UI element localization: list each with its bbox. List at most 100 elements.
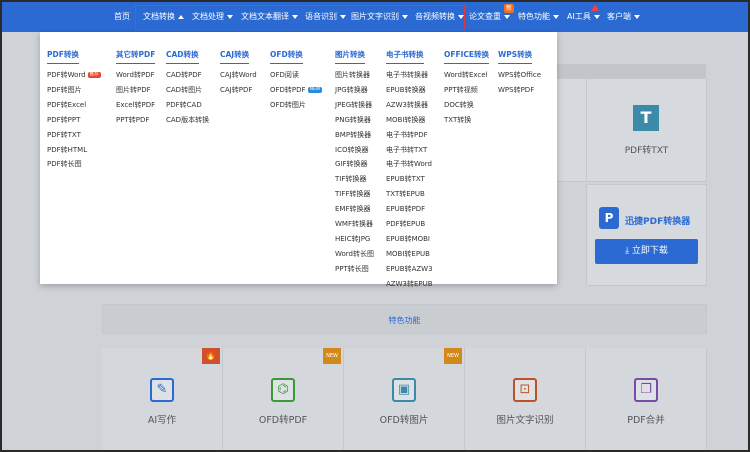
- menu-item[interactable]: PDF转长图: [47, 157, 101, 172]
- menu-item[interactable]: EPUB转MOBI: [386, 232, 433, 247]
- menu-column: PDF转换 PDF转Word 推荐 PDF转图片 PDF转Excel PDF转PPT PDF…: [47, 42, 101, 172]
- menu-item-label: Word转Excel: [444, 71, 488, 79]
- menu-item[interactable]: PPT转视频: [444, 83, 489, 98]
- menu-item[interactable]: EPUB转TXT: [386, 172, 433, 187]
- menu-item[interactable]: CAJ转Word: [220, 68, 257, 83]
- menu-item-label: 电子书转换器: [386, 71, 428, 79]
- menu-item[interactable]: PDF转图片: [47, 83, 101, 98]
- menu-item[interactable]: PDF转Excel: [47, 98, 101, 113]
- bg-pdf-txt-card[interactable]: T PDF转TXT: [586, 78, 707, 182]
- menu-item[interactable]: 电子书转TXT: [386, 143, 433, 158]
- menu-item[interactable]: Excel转PDF: [116, 98, 155, 113]
- top-nav: 首页 文档转换 文档处理 文档文本翻译 语音识别 图片文字识别 音视频转换 论文查重 特色功能 A…: [2, 2, 748, 32]
- feature-tile[interactable]: ❐ PDF合并: [586, 348, 707, 450]
- menu-item[interactable]: DOC转换: [444, 98, 489, 113]
- menu-column-title: CAD转换: [166, 50, 199, 64]
- menu-column-title: OFD转换: [270, 50, 303, 64]
- download-button[interactable]: ⤓ 立即下载: [595, 239, 698, 264]
- menu-item-label: PDF转Word: [47, 71, 86, 79]
- menu-item[interactable]: CAD转图片: [166, 83, 209, 98]
- highlight-box: [135, 5, 465, 30]
- menu-item-label: PPT转视频: [444, 85, 478, 94]
- menu-item[interactable]: JPEG转换器: [335, 98, 374, 113]
- menu-item[interactable]: MOBI转换器: [386, 113, 433, 128]
- menu-item[interactable]: PDF转HTML: [47, 143, 101, 158]
- menu-item-label: EMF转换器: [335, 205, 371, 214]
- menu-item[interactable]: BMP转换器: [335, 128, 374, 143]
- menu-item[interactable]: 电子书转Word: [386, 157, 433, 172]
- menu-item[interactable]: PDF转Word 推荐: [47, 68, 101, 83]
- menu-item[interactable]: TIFF转换器: [335, 187, 374, 202]
- menu-item[interactable]: WPS转Office: [498, 68, 541, 83]
- menu-item[interactable]: AZW3转EPUB: [386, 277, 433, 292]
- menu-item-label: PNG转换器: [335, 115, 371, 124]
- menu-item-label: JPEG转换器: [335, 100, 373, 109]
- feature-tile-label: 图片文字识别: [496, 415, 554, 426]
- menu-item[interactable]: GIF转换器: [335, 157, 374, 172]
- menu-item[interactable]: Word转PDF: [116, 68, 155, 83]
- menu-item-label: GIF转换器: [335, 160, 368, 169]
- feature-tile[interactable]: ✎ AI写作 🔥: [102, 348, 223, 450]
- menu-item[interactable]: Word转Excel: [444, 68, 489, 83]
- feature-tile-label: OFD转图片: [379, 415, 429, 426]
- menu-item[interactable]: 电子书转PDF: [386, 128, 433, 143]
- menu-item[interactable]: OFD转PDF NEW: [270, 83, 323, 98]
- menu-item[interactable]: TIF转换器: [335, 172, 374, 187]
- menu-item[interactable]: ICO转换器: [335, 143, 374, 158]
- nav-item-label: AI工具: [567, 12, 591, 21]
- menu-item-label: OFD转PDF: [270, 85, 306, 94]
- menu-item[interactable]: HEIC转JPG: [335, 232, 374, 247]
- menu-item-label: PPT转长图: [335, 264, 369, 273]
- menu-item[interactable]: 电子书转换器: [386, 68, 433, 83]
- section-title: 特色功能: [388, 316, 421, 325]
- menu-item-label: MOBI转EPUB: [386, 249, 430, 258]
- nav-item[interactable]: 首页: [114, 2, 130, 32]
- menu-item[interactable]: MOBI转EPUB: [386, 247, 433, 262]
- pdf-icon: ⌬: [271, 378, 295, 402]
- menu-item-label: PDF转HTML: [47, 145, 88, 154]
- menu-item-label: TXT转EPUB: [386, 190, 425, 199]
- menu-item-label: 电子书转PDF: [386, 130, 428, 139]
- menu-item[interactable]: CAJ转PDF: [220, 83, 257, 98]
- merge-icon: ❐: [634, 378, 658, 402]
- menu-item[interactable]: WMF转换器: [335, 217, 374, 232]
- menu-item[interactable]: 图片转PDF: [116, 83, 155, 98]
- menu-item[interactable]: JPG转换器: [335, 83, 374, 98]
- nav-item-label: 客户端: [607, 12, 631, 21]
- menu-item-label: AZW3转EPUB: [386, 279, 433, 288]
- nav-item[interactable]: 特色功能: [518, 2, 559, 32]
- menu-item[interactable]: TXT转换: [444, 113, 489, 128]
- menu-item[interactable]: WPS转PDF: [498, 83, 541, 98]
- menu-item[interactable]: EMF转换器: [335, 202, 374, 217]
- menu-item[interactable]: PDF转CAD: [166, 98, 209, 113]
- menu-item[interactable]: PDF转PPT: [47, 113, 101, 128]
- menu-item[interactable]: EPUB转AZW3: [386, 262, 433, 277]
- menu-item[interactable]: 图片转换器: [335, 68, 374, 83]
- menu-item-label: EPUB转AZW3: [386, 264, 433, 273]
- menu-item[interactable]: EPUB转换器: [386, 83, 433, 98]
- menu-item[interactable]: CAD版本转换: [166, 113, 209, 128]
- feature-tile[interactable]: ⌬ OFD转PDF NEW: [223, 348, 344, 450]
- feature-tile-label: OFD转PDF: [258, 415, 308, 426]
- menu-item[interactable]: AZW3转换器: [386, 98, 433, 113]
- menu-item-label: 电子书转TXT: [386, 145, 428, 154]
- menu-item-label: OFD转图片: [270, 100, 306, 109]
- menu-item[interactable]: PDF转EPUB: [386, 217, 433, 232]
- menu-item[interactable]: OFD阅读: [270, 68, 322, 83]
- menu-item[interactable]: Word转长图: [335, 247, 374, 262]
- feature-tile[interactable]: ⊡ 图片文字识别: [465, 348, 586, 450]
- menu-item[interactable]: PDF转TXT: [47, 128, 101, 143]
- menu-item[interactable]: TXT转EPUB: [386, 187, 433, 202]
- menu-column-title: PDF转换: [47, 50, 79, 64]
- menu-item-label: CAD版本转换: [166, 115, 210, 124]
- menu-item[interactable]: PPT转长图: [335, 262, 374, 277]
- menu-item[interactable]: OFD转图片: [270, 98, 322, 113]
- menu-item[interactable]: PNG转换器: [335, 113, 374, 128]
- feature-tile[interactable]: ▣ OFD转图片 NEW: [344, 348, 465, 450]
- menu-column: CAJ转换 CAJ转Word CAJ转PDF: [220, 42, 257, 98]
- nav-item[interactable]: 客户端: [607, 2, 640, 32]
- image-icon: ▣: [392, 378, 416, 402]
- menu-item[interactable]: CAD转PDF: [166, 68, 209, 83]
- menu-item[interactable]: PPT转PDF: [116, 113, 155, 128]
- menu-item[interactable]: EPUB转PDF: [386, 202, 433, 217]
